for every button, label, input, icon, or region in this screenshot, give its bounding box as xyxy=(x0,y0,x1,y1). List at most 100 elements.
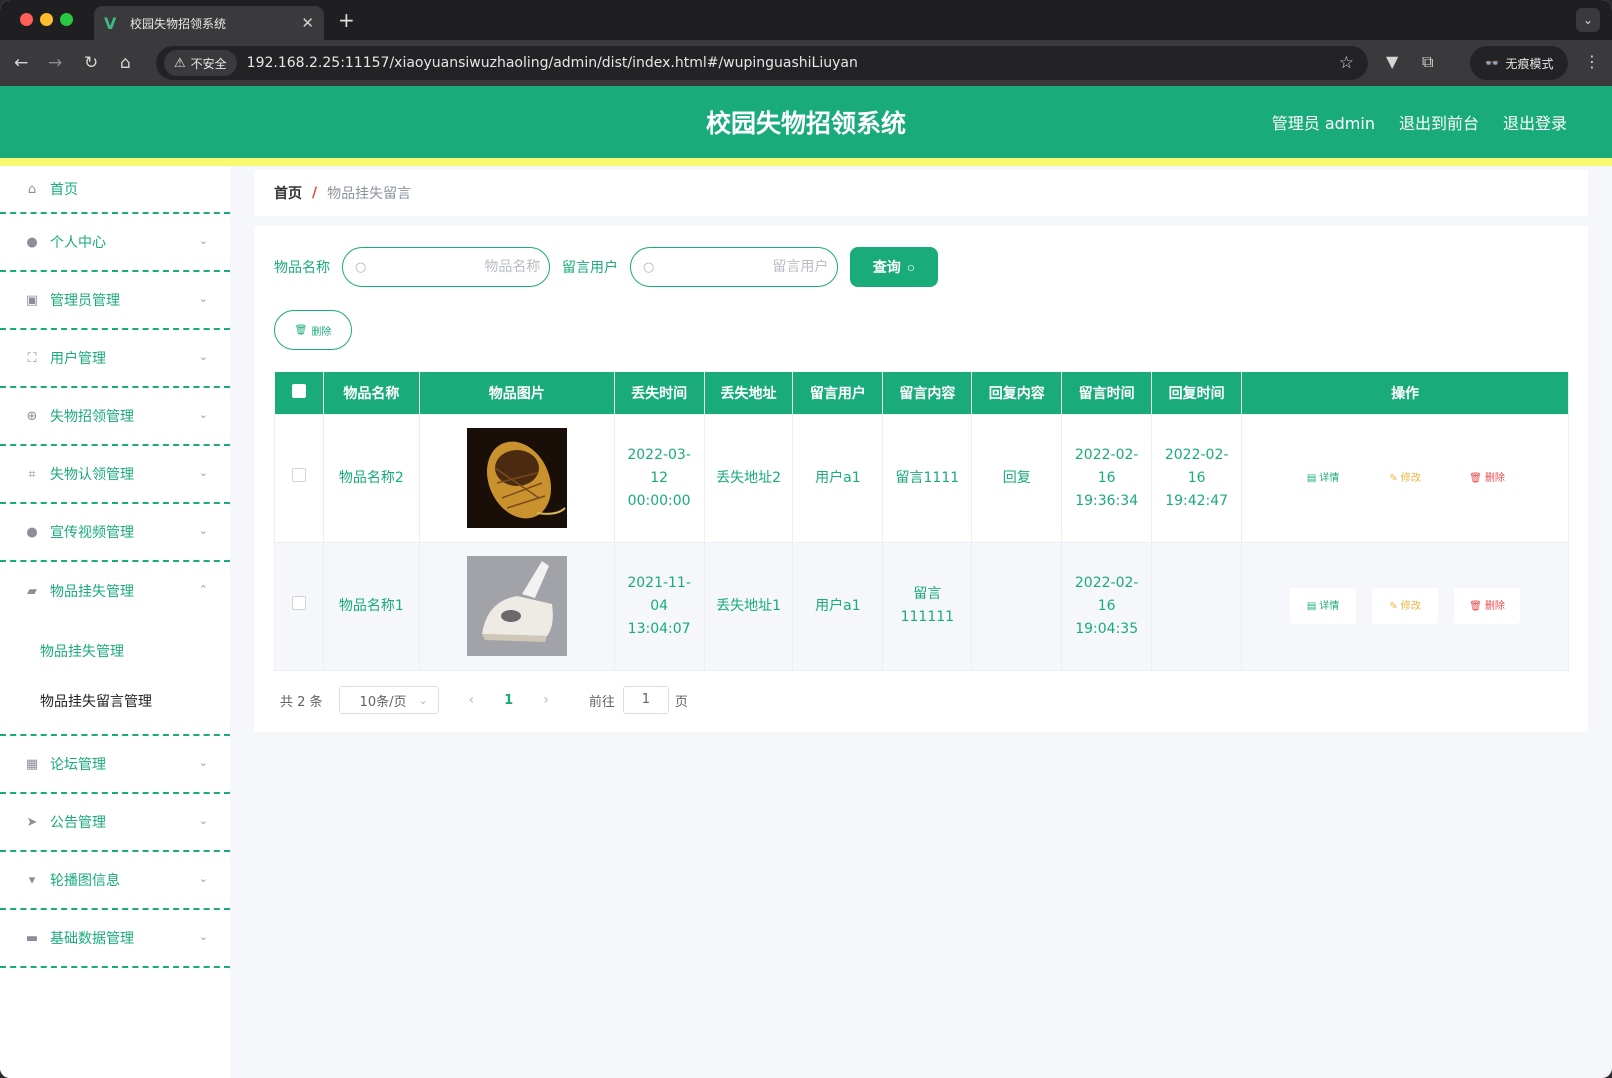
sidebar-item-label: 失物认领管理 xyxy=(50,467,134,483)
forward-icon[interactable]: → xyxy=(48,53,62,73)
sidebar: ⌂ 首页 ● 个人中心 ⌄ ▣ 管理员管理 ⌄ ⛶ 用户管理 ⌄ ⊕ 失物招领管… xyxy=(0,166,230,1078)
sidebar-item-user-management[interactable]: ⛶ 用户管理 ⌄ xyxy=(0,330,230,388)
minimize-window-button[interactable] xyxy=(40,13,53,26)
column-header[interactable]: 物品图片 xyxy=(419,372,615,414)
search-icon: ○ xyxy=(355,259,367,275)
edit-button[interactable]: ✎ 修改 xyxy=(1372,460,1438,496)
cell-operations: ▤ 详情 ✎ 修改 🗑 删除 xyxy=(1241,413,1569,543)
cell-name: 物品名称2 xyxy=(322,413,420,543)
url-text[interactable]: 192.168.2.25:11157/xiaoyuansiwuzhaoling/… xyxy=(247,55,1339,71)
chevron-down-icon: ⌄ xyxy=(198,292,208,305)
sidebar-item-admin-management[interactable]: ▣ 管理员管理 ⌄ xyxy=(0,272,230,330)
column-header[interactable]: 丢失时间 xyxy=(614,372,705,414)
incognito-button[interactable]: 👓 无痕模式 xyxy=(1470,46,1568,80)
security-badge[interactable]: ⚠ 不安全 xyxy=(164,50,237,76)
select-all-cell xyxy=(274,372,324,414)
new-tab-icon[interactable]: + xyxy=(338,8,355,32)
tab-close-icon[interactable]: ✕ xyxy=(301,14,314,32)
sidebar-item-lost-report-management[interactable]: ▰ 物品挂失管理 ⌃ xyxy=(0,562,230,620)
submenu-item-lost-report-message[interactable]: 物品挂失留言管理 xyxy=(0,676,230,726)
item-image-basket[interactable] xyxy=(466,428,567,528)
vue-devtools-icon[interactable]: ▼ xyxy=(1386,52,1398,71)
reload-icon[interactable]: ↻ xyxy=(84,53,98,73)
sidebar-item-lost-found-management[interactable]: ⊕ 失物招领管理 ⌄ xyxy=(0,388,230,446)
column-header[interactable]: 留言时间 xyxy=(1061,372,1153,414)
table-header-row: 物品名称 物品图片 丢失时间 丢失地址 留言用户 留言内容 回复内容 留言时间 … xyxy=(274,372,1569,414)
sidebar-item-personal-center[interactable]: ● 个人中心 ⌄ xyxy=(0,214,230,272)
column-header[interactable]: 留言内容 xyxy=(882,372,973,414)
cell-content: 留言111111 xyxy=(882,541,973,671)
breadcrumb-home[interactable]: 首页 xyxy=(274,183,302,203)
query-button[interactable]: 查询 ○ xyxy=(850,247,938,287)
security-label: 不安全 xyxy=(190,56,227,71)
page-size-select[interactable]: 10条/页 ⌄ xyxy=(338,686,439,714)
home-icon: ⌂ xyxy=(27,181,37,197)
detail-button[interactable]: ▤ 详情 xyxy=(1290,460,1356,496)
column-header[interactable]: 回复时间 xyxy=(1151,372,1243,414)
fullscreen-icon: ⛶ xyxy=(27,350,37,366)
close-window-button[interactable] xyxy=(20,13,33,26)
sidebar-item-label: 轮播图信息 xyxy=(50,873,120,889)
browser-tab[interactable]: V 校园失物招领系统 ✕ xyxy=(94,6,324,40)
sidebar-item-home[interactable]: ⌂ 首页 xyxy=(0,166,230,214)
sidebar-item-claim-management[interactable]: ⌗ 失物认领管理 ⌄ xyxy=(0,446,230,504)
trash-icon: 🗑 xyxy=(1469,600,1482,612)
url-box[interactable]: ⚠ 不安全 192.168.2.25:11157/xiaoyuansiwuzhao… xyxy=(156,46,1368,80)
admin-user-label: 管理员 admin xyxy=(1271,114,1375,133)
row-checkbox[interactable] xyxy=(291,595,306,610)
document-icon: ▤ xyxy=(1306,472,1317,484)
cell-reply: 回复 xyxy=(971,413,1063,543)
message-user-input[interactable] xyxy=(654,259,841,275)
extensions-icon[interactable]: ⧉ xyxy=(1422,52,1433,72)
exit-to-front-link[interactable]: 退出到前台 xyxy=(1399,110,1479,134)
submenu-item-lost-report[interactable]: 物品挂失管理 xyxy=(0,626,230,676)
cell-message-time: 2022-02-16 19:36:34 xyxy=(1061,413,1153,543)
column-header[interactable]: 丢失地址 xyxy=(704,372,794,414)
select-all-checkbox[interactable] xyxy=(291,383,306,398)
column-header[interactable]: 物品名称 xyxy=(323,372,420,414)
sidebar-item-label: 宣传视频管理 xyxy=(50,525,134,541)
delete-button[interactable]: 🗑 删除 xyxy=(1454,588,1521,624)
cell-operations: ▤ 详情 ✎ 修改 🗑 删除 xyxy=(1241,541,1569,671)
browser-window: V 校园失物招领系统 ✕ + ⌄ ← → ↻ ⌂ ⚠ 不安全 192.168.2.… xyxy=(0,0,1612,1078)
chevron-down-icon[interactable]: ⌄ xyxy=(1576,8,1600,32)
sidebar-item-notice-management[interactable]: ➤ 公告管理 ⌄ xyxy=(0,794,230,852)
item-name-field[interactable]: ○ xyxy=(342,247,553,287)
incognito-label: 无痕模式 xyxy=(1505,56,1554,71)
sidebar-item-video-management[interactable]: ● 宣传视频管理 ⌄ xyxy=(0,504,230,562)
cell-reply xyxy=(971,541,1063,671)
chevron-down-icon: ⌄ xyxy=(198,524,208,537)
home-icon[interactable]: ⌂ xyxy=(120,53,131,73)
column-header[interactable]: 回复内容 xyxy=(971,372,1063,414)
item-name-input[interactable] xyxy=(366,259,553,275)
maximize-window-button[interactable] xyxy=(60,13,73,26)
delete-button[interactable]: 🗑 删除 xyxy=(1454,460,1520,496)
item-name-label: 物品名称 xyxy=(274,260,330,276)
prev-page-icon[interactable]: ‹ xyxy=(469,692,475,708)
cell-name: 物品名称1 xyxy=(322,541,420,671)
next-page-icon[interactable]: › xyxy=(543,692,549,708)
search-icon: ○ xyxy=(643,259,655,275)
sidebar-item-label: 个人中心 xyxy=(50,235,106,251)
page-number[interactable]: 1 xyxy=(504,693,513,708)
briefcase-icon: ▰ xyxy=(27,583,37,599)
back-icon[interactable]: ← xyxy=(14,53,28,73)
goto-page-input[interactable]: 1 xyxy=(622,686,669,714)
detail-button[interactable]: ▤ 详情 xyxy=(1290,588,1357,624)
sidebar-item-carousel-info[interactable]: ▾ 轮播图信息 ⌄ xyxy=(0,852,230,910)
batch-delete-button[interactable]: 🗑 删除 xyxy=(274,310,352,350)
bookmark-star-icon[interactable]: ☆ xyxy=(1339,53,1354,73)
incognito-icon: 👓 xyxy=(1484,56,1500,70)
sidebar-item-label: 物品挂失管理 xyxy=(50,584,134,600)
sidebar-item-base-data-management[interactable]: ▬ 基础数据管理 ⌄ xyxy=(0,910,230,968)
edit-label: 修改 xyxy=(1400,600,1421,612)
sidebar-item-forum-management[interactable]: ▦ 论坛管理 ⌄ xyxy=(0,736,230,794)
logout-link[interactable]: 退出登录 xyxy=(1503,110,1567,134)
item-image-iron[interactable] xyxy=(466,556,567,656)
message-user-field[interactable]: ○ xyxy=(630,247,841,287)
menu-kebab-icon[interactable]: ⋮ xyxy=(1584,52,1600,71)
column-header[interactable]: 留言用户 xyxy=(792,372,884,414)
row-checkbox[interactable] xyxy=(291,467,306,482)
page-size-value: 10条/页 xyxy=(359,694,407,710)
edit-button[interactable]: ✎ 修改 xyxy=(1372,588,1439,624)
